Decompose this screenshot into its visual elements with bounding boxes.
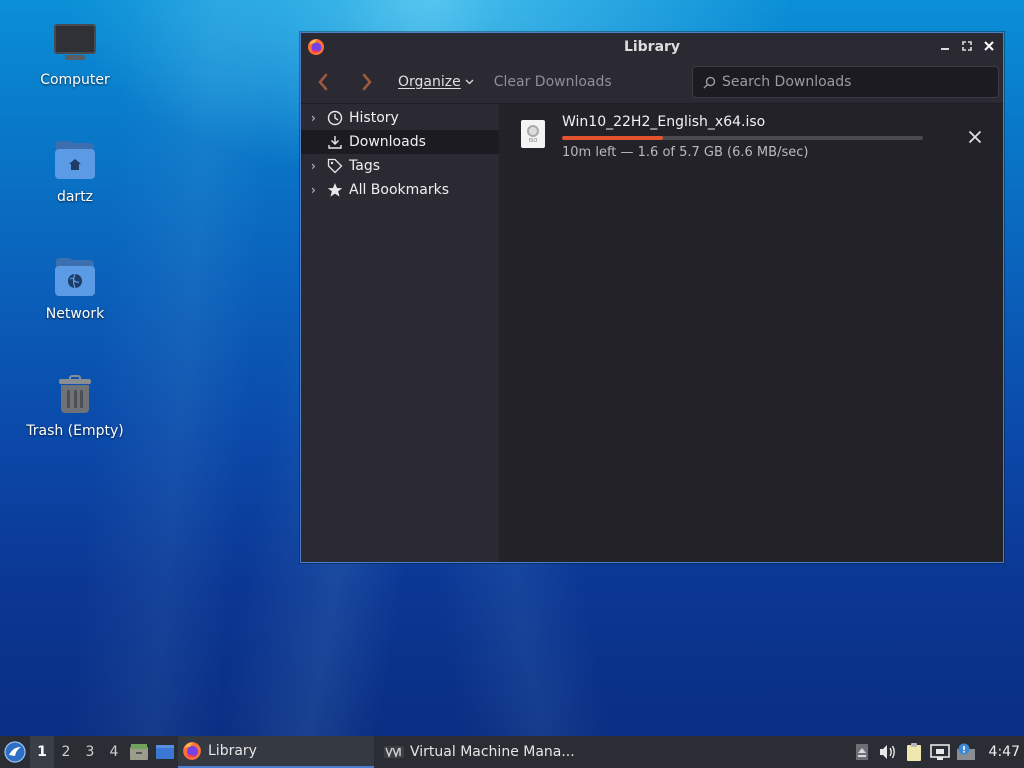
file-manager-launcher[interactable]	[126, 736, 152, 768]
desktop-icon-home[interactable]: dartz	[15, 139, 135, 205]
workspace-1[interactable]: 1	[30, 736, 54, 768]
sidebar-item-label: History	[349, 110, 399, 126]
window-title: Library	[623, 38, 681, 55]
maximize-icon	[962, 41, 972, 51]
workspace-4[interactable]: 4	[102, 736, 126, 768]
show-desktop-button[interactable]	[152, 736, 178, 768]
workspace-2[interactable]: 2	[54, 736, 78, 768]
home-folder-icon	[53, 139, 97, 183]
speaker-icon	[879, 745, 895, 759]
close-icon	[984, 41, 994, 51]
sidebar-item-label: Downloads	[349, 134, 426, 150]
chevron-down-icon	[465, 79, 474, 84]
virt-manager-icon	[384, 746, 404, 758]
close-button[interactable]	[981, 37, 997, 55]
star-icon	[325, 182, 345, 198]
volume-button[interactable]	[875, 736, 901, 768]
desktop-icon-label: Network	[45, 306, 105, 322]
sidebar-item-label: All Bookmarks	[349, 182, 450, 198]
library-window: Library Organize Clear Downloads Search …	[300, 32, 1004, 563]
history-icon	[325, 110, 345, 126]
task-virtual-machine-manager[interactable]: Virtual Machine Mana...	[380, 736, 580, 768]
sidebar-item-downloads[interactable]: Downloads	[301, 130, 499, 154]
cancel-download-button[interactable]	[965, 127, 985, 147]
desktop-icon-trash[interactable]: Trash (Empty)	[15, 373, 135, 439]
sidebar-item-tags[interactable]: › Tags	[301, 154, 499, 178]
window-titlebar[interactable]: Library	[301, 33, 1003, 60]
system-tray: 4:47	[849, 736, 1024, 768]
downloads-list: ISO Win10_22H2_English_x64.iso 10m left …	[503, 104, 1003, 562]
workspace-3[interactable]: 3	[78, 736, 102, 768]
network-button[interactable]	[927, 736, 953, 768]
clear-downloads-button[interactable]: Clear Downloads	[494, 74, 612, 90]
desktop-icon	[156, 745, 174, 759]
tag-icon	[325, 158, 345, 174]
taskbar: 1 2 3 4 Library Virtual Machine Mana...	[0, 736, 1024, 768]
lubuntu-logo-icon	[4, 741, 26, 763]
desktop-icon-network[interactable]: Network	[15, 256, 135, 322]
firefox-icon	[183, 742, 201, 760]
chevron-left-icon	[318, 73, 328, 90]
file-cabinet-icon	[130, 744, 148, 760]
download-progress-fill	[562, 136, 664, 140]
clock[interactable]: 4:47	[979, 744, 1024, 760]
download-filename: Win10_22H2_English_x64.iso	[562, 114, 766, 130]
task-label: Virtual Machine Mana...	[410, 744, 575, 760]
application-menu-button[interactable]	[0, 736, 30, 768]
desktop-icon-label: dartz	[56, 189, 94, 205]
task-library[interactable]: Library	[178, 736, 374, 768]
search-placeholder: Search Downloads	[722, 74, 852, 90]
firefox-icon	[307, 38, 325, 60]
desktop-icon-label: Computer	[40, 72, 110, 88]
arrow-up-icon	[855, 744, 868, 760]
organize-label: Organize	[398, 73, 461, 90]
minimize-icon	[941, 48, 949, 50]
sidebar-item-label: Tags	[349, 158, 380, 174]
network-wired-icon	[929, 744, 950, 760]
desktop-icon-label: Trash (Empty)	[26, 423, 124, 439]
download-icon	[325, 134, 345, 150]
search-icon	[703, 76, 716, 88]
download-status: 10m left — 1.6 of 5.7 GB (6.6 MB/sec)	[562, 145, 809, 160]
task-label: Library	[208, 743, 257, 759]
computer-icon	[53, 22, 97, 66]
clipboard-icon	[906, 743, 921, 761]
library-toolbar: Organize Clear Downloads Search Download…	[301, 60, 1003, 104]
expand-chevron-icon[interactable]: ›	[311, 111, 325, 125]
expand-chevron-icon[interactable]: ›	[311, 183, 325, 197]
desktop-icon-computer[interactable]: Computer	[15, 22, 135, 88]
minimize-button[interactable]	[937, 37, 953, 55]
network-folder-icon	[53, 256, 97, 300]
library-sidebar: › History Downloads › Tags › All Bookmar…	[301, 104, 503, 562]
download-progress-bar	[562, 136, 923, 140]
expand-chevron-icon[interactable]: ›	[311, 159, 325, 173]
sidebar-item-history[interactable]: › History	[301, 106, 499, 130]
clipboard-button[interactable]	[901, 736, 927, 768]
forward-button[interactable]	[345, 60, 389, 104]
maximize-button[interactable]	[959, 37, 975, 55]
chevron-right-icon	[362, 73, 372, 90]
back-button[interactable]	[301, 60, 345, 104]
iso-file-icon: ISO	[521, 120, 545, 148]
organize-menu-button[interactable]: Organize	[398, 74, 474, 90]
close-icon	[968, 130, 982, 144]
search-downloads-input[interactable]: Search Downloads	[692, 66, 999, 98]
sidebar-item-all-bookmarks[interactable]: › All Bookmarks	[301, 178, 499, 202]
update-notification-icon	[956, 743, 975, 760]
tray-up-arrow-button[interactable]	[849, 736, 875, 768]
download-item[interactable]: ISO Win10_22H2_English_x64.iso 10m left …	[503, 112, 1003, 168]
trash-icon	[53, 373, 97, 417]
update-notifier-button[interactable]	[953, 736, 979, 768]
